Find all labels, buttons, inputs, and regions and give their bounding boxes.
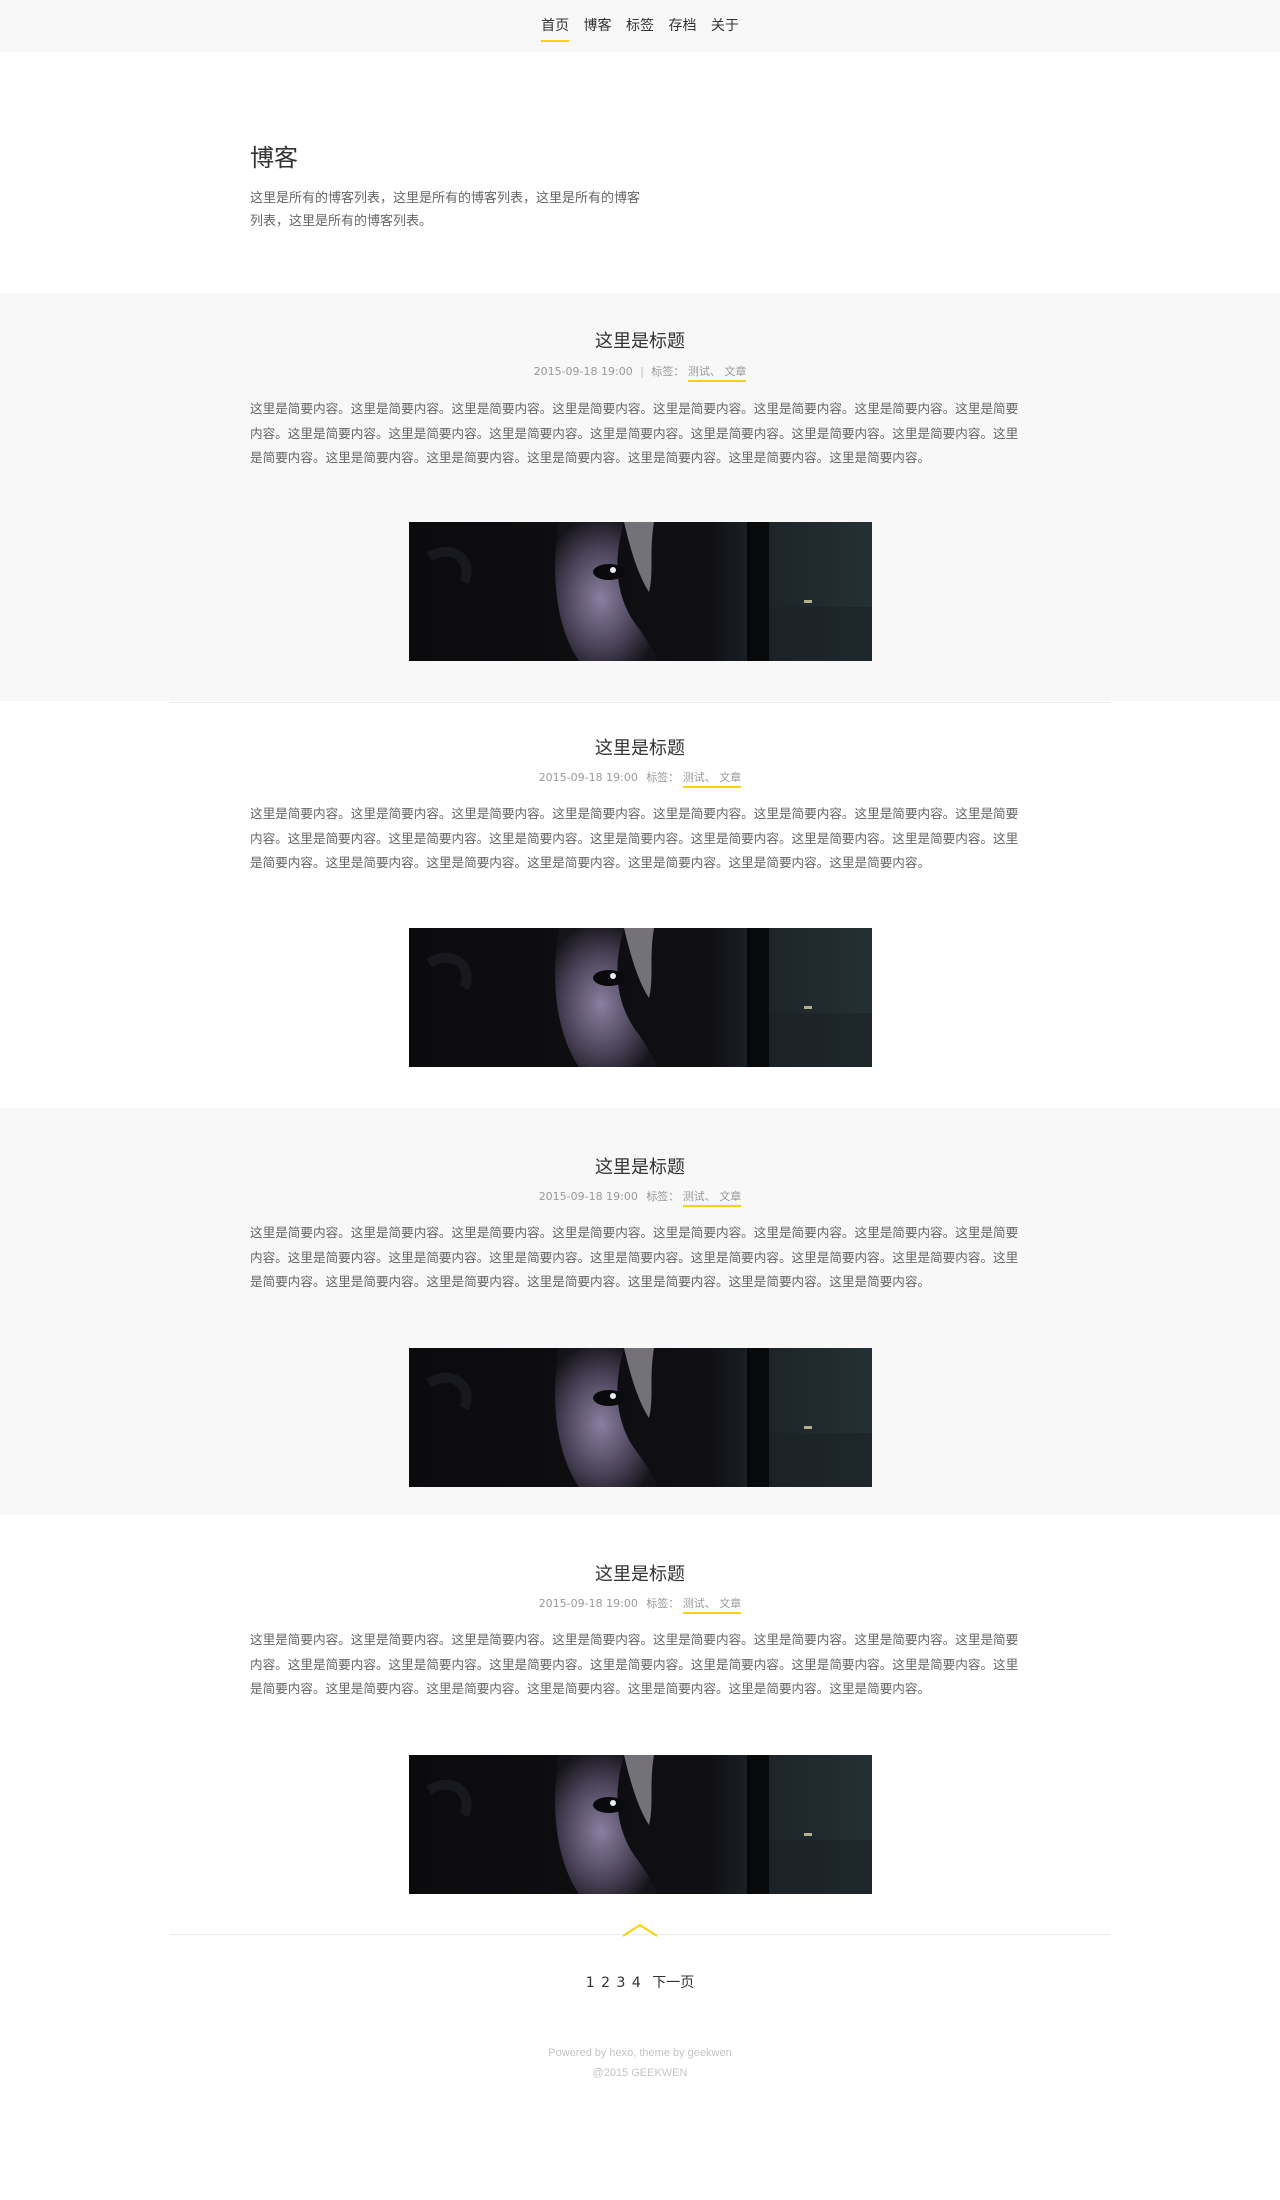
- post-title[interactable]: 这里是标题: [0, 1560, 1280, 1586]
- tag-link[interactable]: 测试、: [683, 1597, 716, 1610]
- page-link[interactable]: 2: [601, 1975, 610, 1991]
- post-card: 这里是标题 2015-09-18 19:00 | 标签： 测试、 文章 这里是简…: [0, 293, 1280, 701]
- post-excerpt: 这里是简要内容。这里是简要内容。这里是简要内容。这里是简要内容。这里是简要内容。…: [250, 401, 1019, 465]
- tags-label: 标签：: [646, 771, 680, 784]
- top-navigation: 首页 博客 标签 存档 关于: [0, 0, 1280, 52]
- post-card: 这里是标题 2015-09-18 19:00 标签： 测试、 文章 这里是简要内…: [0, 1515, 1280, 1915]
- post-cover-image[interactable]: [409, 928, 872, 1067]
- tags-label: 标签：: [646, 1597, 680, 1610]
- photo-illustration: [409, 928, 872, 1067]
- next-page-link[interactable]: 下一页: [652, 1975, 694, 1991]
- post-meta: 2015-09-18 19:00 标签： 测试、 文章: [0, 769, 1280, 788]
- post-title[interactable]: 这里是标题: [0, 1153, 1280, 1179]
- page-title: 博客: [250, 144, 298, 172]
- chevron-up-icon: [622, 1923, 658, 1937]
- tag-link[interactable]: 测试、: [683, 771, 716, 784]
- tag-link[interactable]: 测试、: [688, 365, 721, 378]
- post-meta: 2015-09-18 19:00 标签： 测试、 文章: [0, 1595, 1280, 1614]
- post-tags: 测试、 文章: [682, 1190, 742, 1207]
- post-meta: 2015-09-18 19:00 | 标签： 测试、 文章: [0, 363, 1280, 382]
- post-title[interactable]: 这里是标题: [0, 734, 1280, 760]
- post-excerpt: 这里是简要内容。这里是简要内容。这里是简要内容。这里是简要内容。这里是简要内容。…: [250, 1225, 1019, 1289]
- nav-menu: 首页 博客 标签 存档 关于: [0, 15, 1280, 42]
- post-card: 这里是标题 2015-09-18 19:00 标签： 测试、 文章 这里是简要内…: [0, 1108, 1280, 1515]
- post-tags: 测试、 文章: [682, 771, 742, 788]
- photo-illustration: [409, 1348, 872, 1487]
- footer-copyright: @2015 GEEKWEN: [592, 2067, 688, 2079]
- nav-item-home[interactable]: 首页: [541, 15, 570, 42]
- post-tags: 测试、 文章: [682, 1597, 742, 1614]
- page-link[interactable]: 1: [586, 1975, 595, 1991]
- nav-item-blog[interactable]: 博客: [584, 15, 612, 40]
- tag-link[interactable]: 文章: [719, 771, 741, 784]
- tags-label: 标签：: [651, 365, 685, 378]
- pagination: 1 2 3 4 下一页: [0, 1972, 1280, 1992]
- footer-powered: Powered by hexo, theme by geekwen: [548, 2047, 732, 2059]
- post-cover-image[interactable]: [409, 522, 872, 661]
- nav-item-archive[interactable]: 存档: [668, 15, 696, 40]
- nav-item-tags[interactable]: 标签: [626, 15, 654, 40]
- photo-illustration: [409, 522, 872, 661]
- tags-label: 标签：: [646, 1190, 680, 1203]
- post-excerpt: 这里是简要内容。这里是简要内容。这里是简要内容。这里是简要内容。这里是简要内容。…: [250, 1632, 1019, 1696]
- post-excerpt: 这里是简要内容。这里是简要内容。这里是简要内容。这里是简要内容。这里是简要内容。…: [250, 806, 1019, 870]
- post-date: 2015-09-18 19:00: [533, 365, 633, 378]
- photo-illustration: [409, 1755, 872, 1894]
- post-card: 这里是标题 2015-09-18 19:00 标签： 测试、 文章 这里是简要内…: [0, 703, 1280, 1108]
- page-header: 博客 这里是所有的博客列表，这里是所有的博客列表，这里是所有的博客列表，这里是所…: [250, 138, 650, 233]
- page-description: 这里是所有的博客列表，这里是所有的博客列表，这里是所有的博客列表，这里是所有的博…: [250, 191, 641, 229]
- tag-link[interactable]: 文章: [724, 365, 746, 378]
- post-title[interactable]: 这里是标题: [0, 327, 1280, 353]
- post-tags: 测试、 文章: [687, 365, 747, 382]
- page-link[interactable]: 4: [632, 1975, 641, 1991]
- post-meta: 2015-09-18 19:00 标签： 测试、 文章: [0, 1188, 1280, 1207]
- tag-link[interactable]: 文章: [719, 1190, 741, 1203]
- nav-item-about[interactable]: 关于: [711, 15, 739, 40]
- footer: Powered by hexo, theme by geekwen @2015 …: [0, 2043, 1280, 2083]
- post-date: 2015-09-18 19:00: [538, 1190, 638, 1203]
- tag-link[interactable]: 文章: [719, 1597, 741, 1610]
- tag-link[interactable]: 测试、: [683, 1190, 716, 1203]
- post-cover-image[interactable]: [409, 1348, 872, 1487]
- post-date: 2015-09-18 19:00: [538, 1597, 638, 1610]
- meta-separator: |: [640, 365, 644, 378]
- post-date: 2015-09-18 19:00: [538, 771, 638, 784]
- page-link[interactable]: 3: [617, 1975, 626, 1991]
- post-cover-image[interactable]: [409, 1755, 872, 1894]
